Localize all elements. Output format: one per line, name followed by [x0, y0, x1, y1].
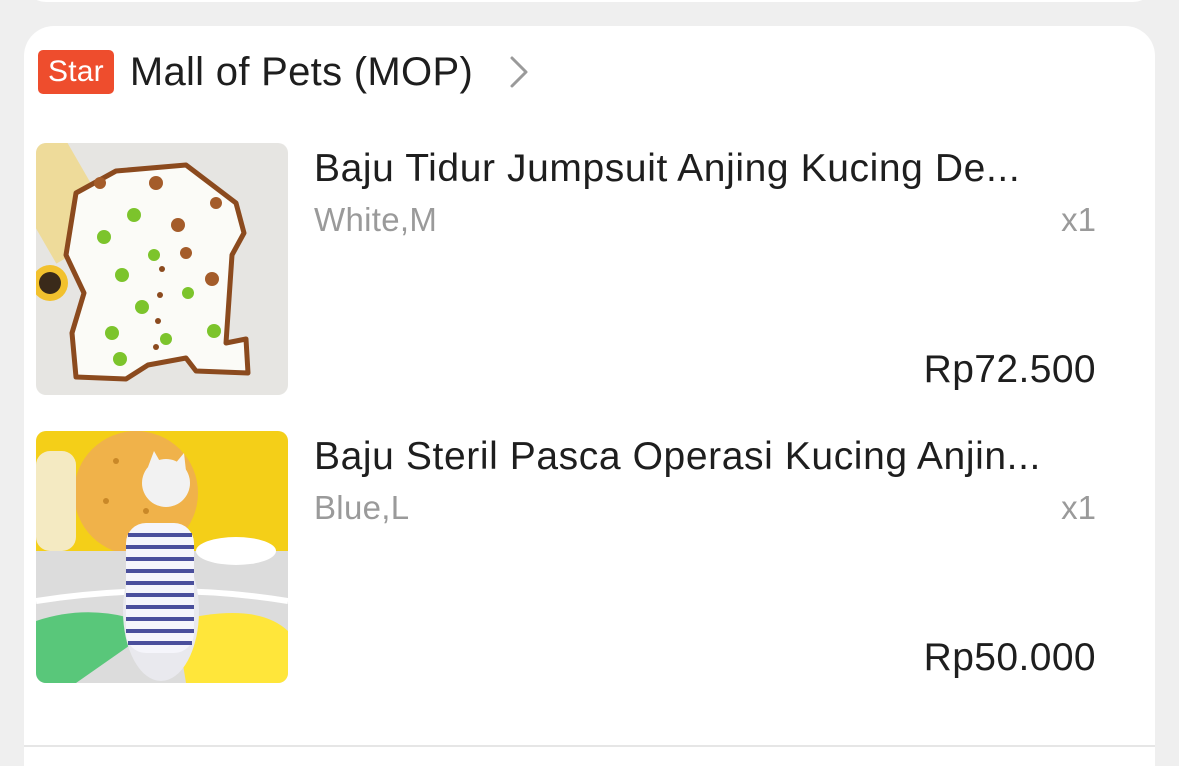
previous-card-edge	[24, 0, 1155, 2]
item-quantity: x1	[1061, 489, 1096, 526]
item-title[interactable]: Baju Tidur Jumpsuit Anjing Kucing De...	[314, 147, 1094, 191]
item-price: Rp50.000	[923, 636, 1096, 679]
order-item[interactable]: Baju Steril Pasca Operasi Kucing Anjin..…	[36, 431, 1096, 683]
divider	[24, 745, 1155, 747]
chevron-right-icon[interactable]	[505, 52, 533, 92]
item-quantity: x1	[1061, 201, 1096, 238]
item-variant: Blue,L	[314, 489, 410, 526]
item-variant: White,M	[314, 201, 438, 238]
cat-striped-shirt-image[interactable]	[36, 431, 288, 683]
star-seller-badge: Star	[38, 50, 114, 94]
item-title[interactable]: Baju Steril Pasca Operasi Kucing Anjin..…	[314, 435, 1094, 479]
previous-section-gap	[0, 0, 1179, 28]
pet-jumpsuit-white-image[interactable]	[36, 143, 288, 395]
shop-header[interactable]: Star Mall of Pets (MOP)	[38, 48, 533, 96]
item-price: Rp72.500	[923, 348, 1096, 391]
shop-name[interactable]: Mall of Pets (MOP)	[130, 50, 473, 95]
order-item[interactable]: Baju Tidur Jumpsuit Anjing Kucing De... …	[36, 143, 1096, 395]
